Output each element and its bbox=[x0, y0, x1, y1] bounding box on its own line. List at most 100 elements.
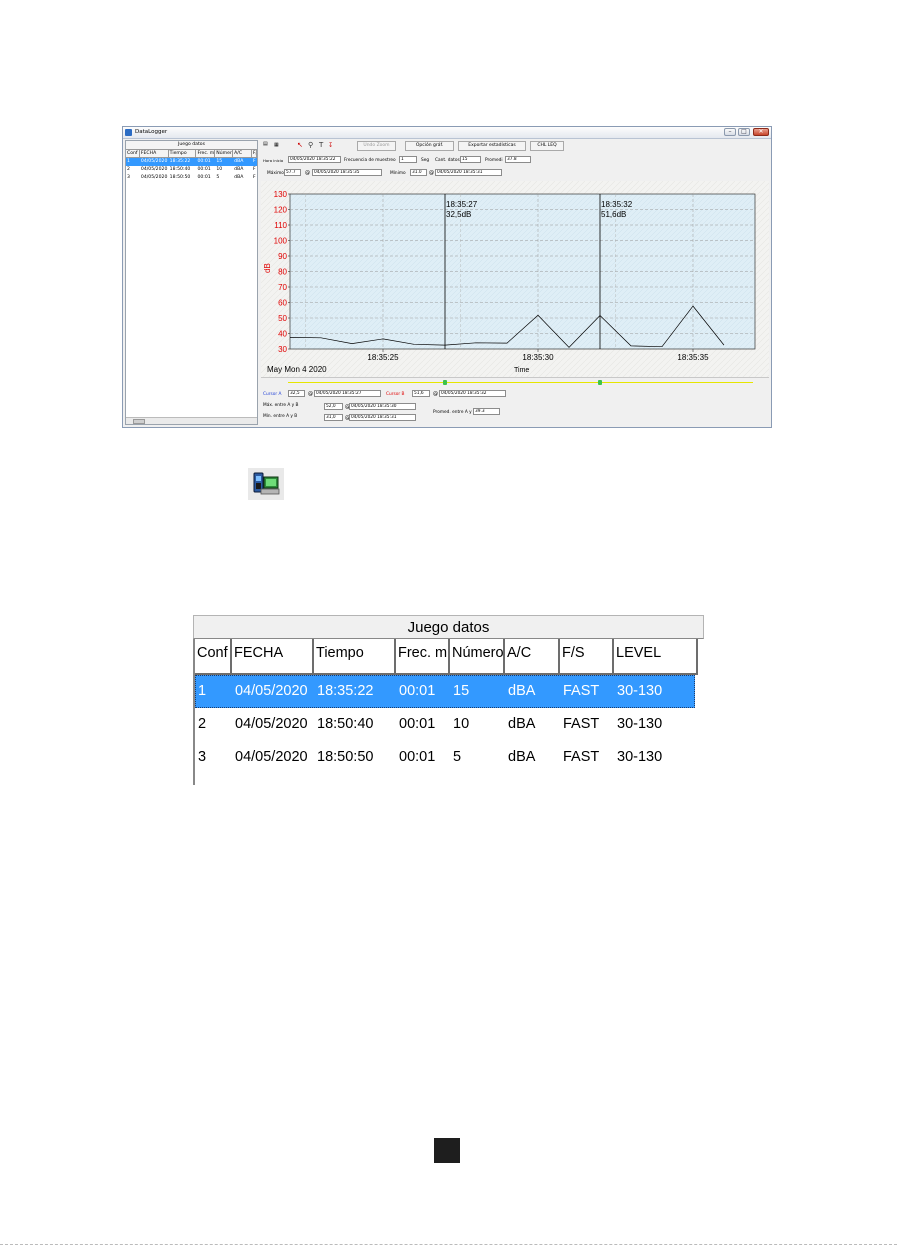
col-header-conf[interactable]: Conf bbox=[126, 150, 140, 158]
min-between-time: 04/05/2020 18:35:31 bbox=[349, 414, 416, 421]
chart-view-icon[interactable]: ▤ bbox=[263, 141, 268, 148]
y-tick-label: 100 bbox=[274, 237, 288, 246]
zoomed-col-header[interactable]: Frec. mu bbox=[396, 639, 450, 675]
chart-option-button[interactable]: Opción gráf. bbox=[405, 141, 454, 151]
zoomed-data-set-table: Juego datos Conf FECHA Tiempo Frec. mu Númer… bbox=[193, 615, 704, 785]
marker-tool-icon[interactable]: ⚲ bbox=[308, 142, 313, 149]
undo-zoom-button[interactable]: Undo Zoom bbox=[357, 141, 396, 151]
zoomed-col-header[interactable]: Número bbox=[450, 639, 505, 675]
at-symbol: @ bbox=[429, 170, 434, 176]
zoomed-col-header[interactable]: FECHA bbox=[232, 639, 314, 675]
datalogger-icon bbox=[248, 468, 284, 500]
zoomed-table-cell: 30-130 bbox=[617, 683, 663, 699]
max-time-field: 04/05/2020 18:35:35 bbox=[312, 169, 382, 176]
avg-between-label: Promed. entre A y B bbox=[433, 410, 477, 415]
cell: 18:50:40 bbox=[169, 167, 191, 172]
zoomed-col-header[interactable]: Conf bbox=[195, 639, 232, 675]
table-view-icon[interactable]: ▦ bbox=[274, 142, 279, 149]
cell: F bbox=[253, 167, 256, 172]
cell: 15 bbox=[216, 159, 223, 164]
cell: 3 bbox=[127, 175, 130, 180]
data-set-table-title: Juego datos bbox=[126, 141, 257, 150]
x-tick-label: 18:35:35 bbox=[677, 353, 709, 362]
sample-rate-unit: Seg bbox=[421, 158, 430, 163]
data-count-label: Cant. datos bbox=[435, 158, 460, 163]
col-header-fs[interactable]: F/S bbox=[252, 150, 257, 158]
y-tick-label: 120 bbox=[274, 206, 288, 215]
zoomed-table-cell: 30-130 bbox=[617, 749, 663, 765]
col-header-frec[interactable]: Frec. m bbox=[196, 150, 216, 158]
col-header-tiempo[interactable]: Tiempo bbox=[168, 150, 197, 158]
y-tick-label: 130 bbox=[274, 190, 288, 199]
data-set-table: Juego datos Conf FECHA Tiempo Frec. m Nú… bbox=[125, 140, 258, 425]
cell: F bbox=[253, 175, 256, 180]
chart-pane: ▤ ▦ ↖ ⚲ T ↧ Undo Zoom Opción gráf. Expor… bbox=[261, 140, 769, 426]
cell: 00:01 bbox=[197, 167, 211, 172]
at-symbol: @ bbox=[308, 391, 313, 397]
cell: 00:01 bbox=[197, 159, 211, 164]
table-row[interactable]: 3 04/05/2020 18:50:50 00:01 5 dBA F bbox=[126, 174, 257, 182]
cell: 18:35:22 bbox=[169, 159, 191, 164]
minimize-button[interactable]: – bbox=[724, 128, 736, 136]
scrollbar-thumb[interactable] bbox=[133, 419, 145, 424]
pointer-tool-icon[interactable]: ↖ bbox=[297, 142, 303, 149]
level-tool-icon[interactable]: ↧ bbox=[328, 142, 333, 149]
x-axis-label: Time bbox=[514, 367, 529, 374]
page-marker bbox=[434, 1138, 460, 1163]
min-label: Mínimo bbox=[390, 171, 406, 176]
sound-level-chart[interactable]: 130 120 110 100 90 80 70 60 50 40 30 18:35:25 18:35… bbox=[261, 181, 769, 377]
cursor-a-value: 32,5 bbox=[288, 390, 305, 397]
zoomed-table-cell: 18:35:22 bbox=[317, 683, 374, 699]
zoomed-col-header[interactable]: Tiempo bbox=[314, 639, 396, 675]
min-time-field: 04/05/2020 18:35:31 bbox=[435, 169, 502, 176]
zoomed-table-cell: 04/05/2020 bbox=[235, 683, 308, 699]
y-tick-label: 50 bbox=[278, 314, 287, 323]
bottom-rule bbox=[0, 1244, 897, 1245]
at-symbol: @ bbox=[433, 391, 438, 397]
data-count-field: 15 bbox=[460, 156, 481, 163]
min-value-field: 31.0 bbox=[410, 169, 427, 176]
zoomed-col-header[interactable]: A/C bbox=[505, 639, 560, 675]
zoomed-table-cell: 04/05/2020 bbox=[235, 716, 308, 732]
average-label: Promedi bbox=[485, 158, 503, 163]
sample-rate-field: 1 bbox=[399, 156, 417, 163]
zoomed-table-cell: 00:01 bbox=[399, 683, 436, 699]
cursor-time-label: 18:35:32 bbox=[601, 200, 633, 209]
cell: 04/05/2020 bbox=[140, 159, 168, 164]
zoomed-table-cell: 1 bbox=[198, 683, 207, 699]
close-button[interactable]: ✕ bbox=[753, 128, 769, 136]
horizontal-scrollbar[interactable] bbox=[126, 417, 257, 424]
app-icon bbox=[125, 129, 132, 136]
zoomed-col-header[interactable]: LEVEL bbox=[614, 639, 698, 675]
cursor-a-label: Cursor A bbox=[263, 392, 282, 397]
col-header-fecha[interactable]: FECHA bbox=[139, 150, 169, 158]
cell: dBA bbox=[234, 159, 244, 164]
cell: 04/05/2020 bbox=[140, 167, 168, 172]
y-tick-label: 90 bbox=[278, 252, 287, 261]
max-between-value: 52,0 bbox=[324, 403, 343, 410]
cursor-slider-track[interactable] bbox=[288, 382, 753, 383]
x-tick-label: 18:35:30 bbox=[522, 353, 554, 362]
cursor-a-handle[interactable] bbox=[443, 380, 447, 385]
zoomed-table-cell: dBA bbox=[508, 683, 536, 699]
max-between-time: 04/05/2020 18:35:30 bbox=[349, 403, 416, 410]
col-header-ac[interactable]: A/C bbox=[233, 150, 253, 158]
table-row[interactable]: 2 04/05/2020 18:50:40 00:01 10 dBA F bbox=[126, 166, 257, 174]
zoomed-table-cell: 10 bbox=[453, 716, 470, 732]
cursor-b-handle[interactable] bbox=[598, 380, 602, 385]
zoomed-col-header[interactable]: F/S bbox=[560, 639, 614, 675]
y-tick-label: 80 bbox=[278, 268, 287, 277]
y-axis-label: dB bbox=[263, 263, 272, 273]
col-header-numero[interactable]: Número bbox=[215, 150, 234, 158]
zoomed-table-cell: 18:50:40 bbox=[317, 716, 374, 732]
leq-button[interactable]: CHL LEQ bbox=[530, 141, 564, 151]
zoomed-table-cell: 30-130 bbox=[617, 716, 663, 732]
text-tool-icon[interactable]: T bbox=[319, 142, 323, 149]
zoomed-table-cell: 04/05/2020 bbox=[235, 749, 308, 765]
start-time-label: Hora inicio bbox=[263, 158, 284, 163]
date-label: May Mon 4 2020 bbox=[267, 365, 327, 374]
maximize-button[interactable]: □ bbox=[738, 128, 750, 136]
export-stats-button[interactable]: Exportar estadísticas bbox=[458, 141, 526, 151]
cursor-b-label: Cursor B bbox=[386, 392, 405, 397]
table-row[interactable]: 1 04/05/2020 18:35:22 00:01 15 dBA F bbox=[126, 158, 257, 166]
